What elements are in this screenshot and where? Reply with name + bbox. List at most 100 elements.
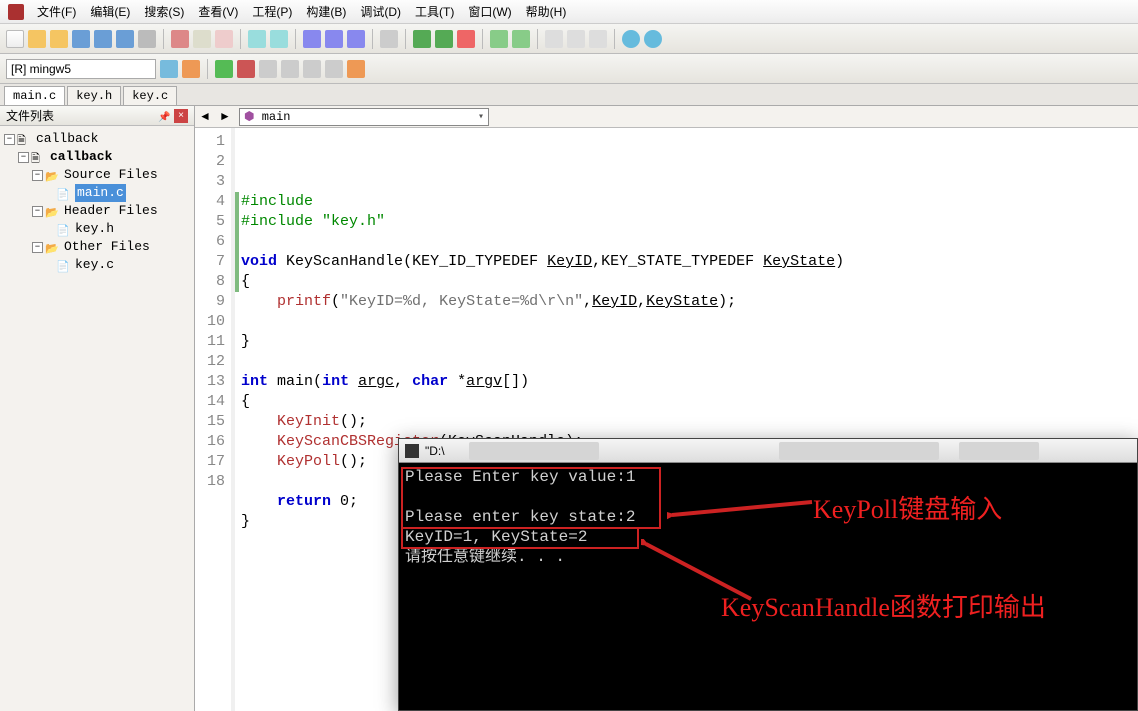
editor-tabs: main.c key.h key.c: [0, 84, 1138, 106]
build-target-select[interactable]: [6, 59, 156, 79]
menu-project[interactable]: 工程(P): [245, 1, 299, 22]
save-icon[interactable]: [72, 30, 90, 48]
panel-title-label: 文件列表: [6, 107, 54, 124]
toolbar-build: [0, 54, 1138, 84]
tree-file-key-c[interactable]: key.c: [4, 256, 190, 274]
tree-toggle-icon[interactable]: −: [32, 170, 43, 181]
find-next-icon[interactable]: [325, 30, 343, 48]
save-as-icon[interactable]: [116, 30, 134, 48]
console-window: "D:\ Please Enter key value:1 Please ent…: [398, 438, 1138, 711]
open-project-icon[interactable]: [50, 30, 68, 48]
panel-title: 文件列表 ×: [0, 106, 194, 126]
toolbar-main: [0, 24, 1138, 54]
tree-toggle-icon[interactable]: −: [32, 206, 43, 217]
pause-icon[interactable]: [259, 60, 277, 78]
tree-folder-label: Header Files: [64, 202, 158, 220]
about-icon[interactable]: [644, 30, 662, 48]
tree-folder-other[interactable]: − Other Files: [4, 238, 190, 256]
tree-toggle-icon[interactable]: −: [32, 242, 43, 253]
menu-file[interactable]: 文件(F): [30, 1, 83, 22]
file-tree: − callback − callback − Source Files mai: [0, 126, 194, 278]
copy-icon[interactable]: [193, 30, 211, 48]
file-icon: [56, 258, 72, 272]
tab-main-c[interactable]: main.c: [4, 86, 65, 105]
annotation-box-1: [401, 467, 661, 529]
nav-next-icon[interactable]: ►: [219, 109, 235, 125]
tree-workspace-label: callback: [36, 130, 98, 148]
annotation-text-2: KeyScanHandle函数打印输出: [721, 587, 1121, 624]
annotation-text-1: KeyPoll键盘输入: [813, 489, 1002, 526]
menubar: 文件(F) 编辑(E) 搜索(S) 查看(V) 工程(P) 构建(B) 调试(D…: [0, 0, 1138, 24]
breakpoint-icon[interactable]: [347, 60, 365, 78]
sidebar: 文件列表 × − callback − callback −: [0, 106, 195, 711]
folder-icon: [45, 204, 61, 218]
tree-toggle-icon[interactable]: −: [18, 152, 29, 163]
step-out-icon[interactable]: [325, 60, 343, 78]
paste-icon[interactable]: [215, 30, 233, 48]
toggle-icon[interactable]: [380, 30, 398, 48]
gutter: 123456789101112131415161718: [195, 128, 235, 711]
tree-folder-label: Source Files: [64, 166, 158, 184]
app-icon: [8, 4, 24, 20]
tree-file-key-h[interactable]: key.h: [4, 220, 190, 238]
tree-file-label: main.c: [75, 184, 126, 202]
panel-close-icon[interactable]: ×: [174, 109, 188, 123]
menu-debug[interactable]: 调试(D): [353, 1, 408, 22]
pin-icon[interactable]: [158, 109, 172, 123]
tree-folder-source[interactable]: − Source Files: [4, 166, 190, 184]
tree-project-label: callback: [50, 148, 112, 166]
function-dropdown[interactable]: ⬢ main: [239, 108, 489, 126]
undo-icon[interactable]: [248, 30, 266, 48]
tree-workspace[interactable]: − callback: [4, 130, 190, 148]
indent-inc-icon[interactable]: [567, 30, 585, 48]
tree-file-main-c[interactable]: main.c: [4, 184, 190, 202]
folder-icon: [45, 168, 61, 182]
tree-folder-header[interactable]: − Header Files: [4, 202, 190, 220]
blurred-text: [959, 442, 1039, 460]
menu-window[interactable]: 窗口(W): [461, 1, 518, 22]
run-icon[interactable]: [215, 60, 233, 78]
nav-fwd-icon[interactable]: [512, 30, 530, 48]
print-icon[interactable]: [138, 30, 156, 48]
replace-icon[interactable]: [347, 30, 365, 48]
menu-edit[interactable]: 编辑(E): [83, 1, 137, 22]
cut-icon[interactable]: [171, 30, 189, 48]
arrow-icon: [667, 497, 817, 527]
file-icon: [56, 222, 72, 236]
bookmark-icon[interactable]: [413, 30, 431, 48]
step-into-icon[interactable]: [303, 60, 321, 78]
help-icon[interactable]: [622, 30, 640, 48]
step-over-icon[interactable]: [281, 60, 299, 78]
blurred-text: [469, 442, 599, 460]
menu-help[interactable]: 帮助(H): [519, 1, 574, 22]
nav-back-icon[interactable]: [490, 30, 508, 48]
save-all-icon[interactable]: [94, 30, 112, 48]
tab-key-c[interactable]: key.c: [123, 86, 177, 105]
refresh-icon[interactable]: [160, 60, 178, 78]
tree-file-label: key.h: [75, 220, 114, 238]
menu-tools[interactable]: 工具(T): [408, 1, 461, 22]
stop-icon[interactable]: [237, 60, 255, 78]
project-icon: [31, 150, 47, 164]
tree-toggle-icon[interactable]: −: [4, 134, 15, 145]
new-icon[interactable]: [6, 30, 24, 48]
annotation-box-2: [401, 527, 639, 549]
menu-view[interactable]: 查看(V): [191, 1, 245, 22]
redo-icon[interactable]: [270, 30, 288, 48]
console-titlebar[interactable]: "D:\: [399, 439, 1137, 463]
bookmark-clear-icon[interactable]: [457, 30, 475, 48]
comment-icon[interactable]: [589, 30, 607, 48]
open-icon[interactable]: [28, 30, 46, 48]
indent-dec-icon[interactable]: [545, 30, 563, 48]
console-title-text: "D:\: [425, 444, 445, 458]
find-icon[interactable]: [303, 30, 321, 48]
folder-icon: [45, 240, 61, 254]
tab-key-h[interactable]: key.h: [67, 86, 121, 105]
bookmark-next-icon[interactable]: [435, 30, 453, 48]
tree-project[interactable]: − callback: [4, 148, 190, 166]
menu-build[interactable]: 构建(B): [299, 1, 353, 22]
nav-prev-icon[interactable]: ◄: [199, 109, 215, 125]
config-icon[interactable]: [182, 60, 200, 78]
workspace-icon: [17, 132, 33, 146]
menu-search[interactable]: 搜索(S): [137, 1, 191, 22]
